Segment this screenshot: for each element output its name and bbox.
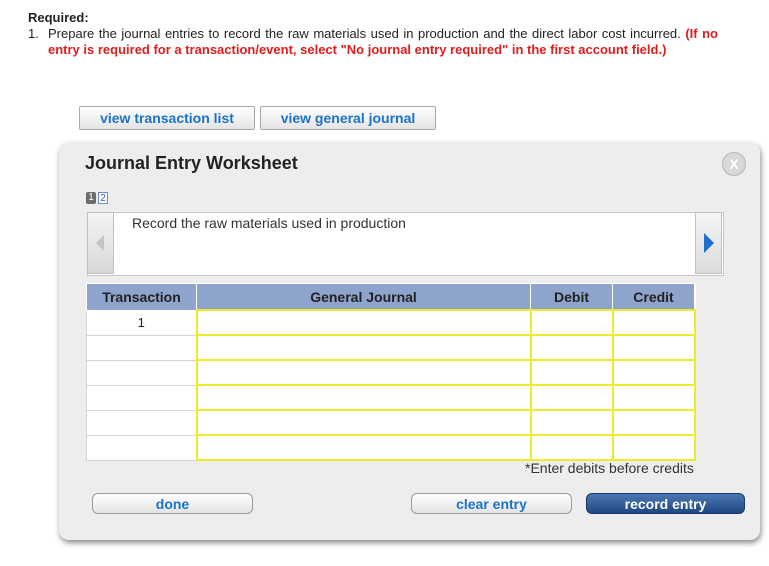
debit-field[interactable]	[529, 434, 614, 461]
page-1-tab[interactable]: 1	[86, 192, 96, 204]
debit-field[interactable]	[529, 309, 614, 336]
credit-field[interactable]	[611, 309, 696, 336]
credit-field[interactable]	[611, 334, 696, 361]
transaction-cell	[86, 409, 197, 436]
table-row	[86, 434, 696, 461]
credit-field[interactable]	[611, 434, 696, 461]
account-field[interactable]	[195, 434, 532, 461]
worksheet-title: Journal Entry Worksheet	[85, 153, 298, 173]
page-selector: 1 2	[86, 192, 108, 204]
page-2-tab[interactable]: 2	[98, 192, 108, 204]
table-row	[86, 359, 696, 386]
transaction-cell: 1	[86, 309, 197, 336]
transaction-cell	[86, 384, 197, 411]
previous-button[interactable]	[87, 212, 114, 274]
chevron-right-icon	[704, 233, 714, 253]
record-entry-button[interactable]: record entry	[586, 493, 745, 514]
table-row: 1	[86, 309, 696, 336]
table-row	[86, 409, 696, 436]
required-title: Required:	[28, 10, 89, 25]
instruction-text: Record the raw materials used in product…	[132, 215, 406, 231]
next-button[interactable]	[695, 212, 722, 274]
account-field[interactable]	[195, 409, 532, 436]
view-transaction-list-button[interactable]: view transaction list	[79, 106, 255, 130]
clear-entry-button[interactable]: clear entry	[411, 493, 572, 514]
account-field[interactable]	[195, 359, 532, 386]
account-field[interactable]	[195, 334, 532, 361]
account-field[interactable]	[195, 384, 532, 411]
debit-field[interactable]	[529, 359, 614, 386]
debit-field[interactable]	[529, 384, 614, 411]
credit-field[interactable]	[611, 359, 696, 386]
chevron-left-icon	[96, 235, 104, 251]
required-section: Required: 1. Prepare the journal entries…	[28, 10, 718, 58]
journal-table: Transaction General Journal Debit Credit…	[86, 283, 696, 461]
close-button[interactable]: X	[722, 152, 746, 176]
table-row	[86, 384, 696, 411]
required-item-number: 1.	[28, 26, 39, 41]
view-general-journal-button[interactable]: view general journal	[260, 106, 436, 130]
transaction-cell	[86, 359, 197, 386]
credit-field[interactable]	[611, 384, 696, 411]
table-header-row: Transaction General Journal Debit Credit	[86, 283, 695, 311]
debit-field[interactable]	[529, 334, 614, 361]
required-item: 1. Prepare the journal entries to record…	[28, 26, 718, 58]
column-header-debit: Debit	[530, 283, 613, 311]
transaction-cell	[86, 434, 197, 461]
done-button[interactable]: done	[92, 493, 253, 514]
column-header-transaction: Transaction	[86, 283, 197, 311]
transaction-cell	[86, 334, 197, 361]
debit-field[interactable]	[529, 409, 614, 436]
account-field[interactable]	[195, 309, 532, 336]
debits-before-credits-note: *Enter debits before credits	[525, 460, 694, 476]
column-header-credit: Credit	[612, 283, 695, 311]
table-row	[86, 334, 696, 361]
credit-field[interactable]	[611, 409, 696, 436]
journal-entry-worksheet: Journal Entry Worksheet X 1 2 Record the…	[59, 142, 760, 540]
column-header-general-journal: General Journal	[196, 283, 531, 311]
required-item-text: Prepare the journal entries to record th…	[48, 26, 681, 41]
